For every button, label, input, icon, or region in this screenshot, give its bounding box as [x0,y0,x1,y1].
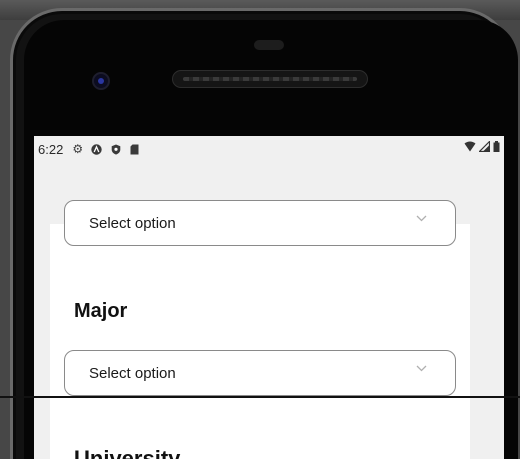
major-select-value: Select option [89,364,176,382]
status-bar: 6:22 ⚙ [34,136,504,162]
chevron-down-icon [416,363,427,375]
major-select-dropdown[interactable]: Select option [64,350,456,396]
major-label: Major [74,300,128,322]
sd-card-icon [129,144,140,155]
chevron-down-icon [416,213,427,225]
device-screen: 6:22 ⚙ Select option Major Select option… [34,136,504,459]
select-dropdown-top[interactable]: Select option [64,200,456,246]
speaker-grille [172,70,368,88]
a-circle-icon [91,143,103,155]
status-time: 6:22 [38,141,64,157]
horizontal-divider-line [0,396,520,398]
gear-icon: ⚙ [72,142,84,156]
front-camera-icon [92,72,110,90]
shield-icon [110,144,121,155]
signal-icon [478,140,491,155]
status-right-icons [464,140,500,155]
select-value: Select option [89,214,176,232]
wifi-icon [464,141,476,155]
battery-icon [493,141,500,155]
form-card: Select option Major Select option Univer… [50,200,470,459]
university-label: University [74,446,181,459]
earpiece [254,40,284,50]
